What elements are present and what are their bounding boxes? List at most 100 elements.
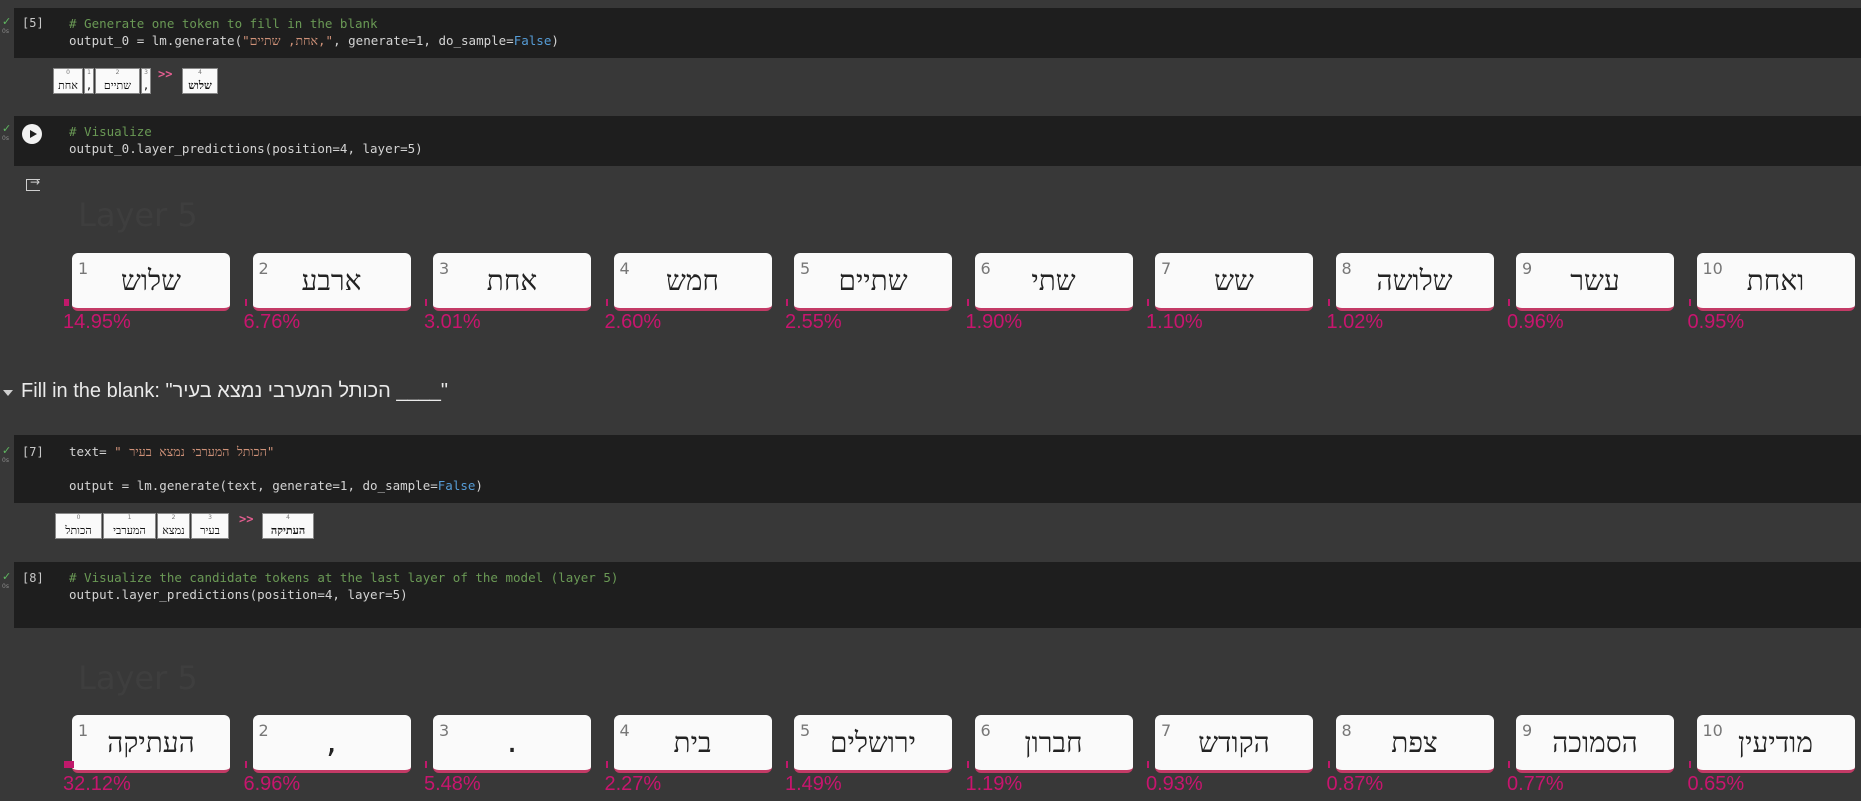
run-time-label: 0s [2, 135, 9, 142]
prediction-card[interactable]: 7 שש [1155, 253, 1313, 311]
code-line[interactable]: output = lm.generate(text, generate=1, d… [69, 477, 483, 494]
probability-label: 3.01% [424, 311, 481, 333]
output-icon[interactable] [26, 175, 40, 191]
token-index: 3 [144, 69, 148, 76]
probability-bar [966, 299, 969, 306]
prediction-token: שש [1214, 264, 1254, 297]
token-box: 2 שתיים [95, 68, 140, 94]
probability-label: 6.96% [243, 773, 301, 795]
code-line[interactable]: output.layer_predictions(position=4, lay… [69, 586, 408, 603]
token-text: שתיים [103, 79, 132, 92]
code-line[interactable]: # Generate one token to fill in the blan… [69, 15, 378, 32]
token-box: 1 המערבי [103, 513, 156, 539]
prediction-token: מודיעין [1738, 726, 1813, 759]
code-line[interactable]: text= " הכותל המערבי נמצא בעיר" [69, 443, 274, 460]
probability-bar [1147, 761, 1149, 768]
probability-label: 0.93% [1146, 773, 1203, 795]
prediction-card[interactable]: 2, [252, 715, 411, 773]
code-line[interactable]: # Visualize the candidate tokens at the … [69, 569, 618, 586]
probability-bar [1147, 299, 1149, 306]
prediction-card[interactable]: 2 ארבע [252, 253, 411, 311]
prediction-card[interactable]: 8 שלושה [1335, 253, 1494, 311]
execution-count: [7] [22, 445, 44, 459]
prediction-card[interactable]: 9 עשר [1516, 253, 1674, 311]
prediction-card[interactable]: 3 אחת [433, 253, 591, 311]
probability-label: 32.12% [63, 773, 131, 795]
generated-token-box: 4 העתיקה [262, 513, 314, 539]
code-line[interactable]: # Visualize [69, 123, 152, 140]
prediction-card[interactable]: 4 חמש [613, 253, 772, 311]
prediction-token: שלושה [1376, 264, 1453, 297]
probability-label: 6.76% [243, 311, 301, 333]
token-box: 3, [141, 68, 151, 94]
execution-count: [5] [22, 16, 44, 30]
prediction-card[interactable]: 5 ירושלים [794, 715, 952, 773]
prediction-card[interactable]: 7 הקודש [1155, 715, 1313, 773]
token-text: העתיקה [270, 524, 306, 537]
prediction-card[interactable]: 1 העתיקה [72, 715, 230, 773]
output-arrow: >> [239, 512, 254, 526]
token-text: נמצא [162, 524, 185, 537]
prediction-card[interactable]: 4 בית [613, 715, 772, 773]
prediction-token: ארבע [301, 264, 362, 297]
prediction-card[interactable]: 6 שתי [974, 253, 1133, 311]
prediction-card[interactable]: 3. [433, 715, 591, 773]
probability-label: 1.49% [785, 773, 842, 795]
token-index: 2 [115, 69, 120, 76]
prediction-card[interactable]: 6 חברון [974, 715, 1133, 773]
token-box: 1, [84, 68, 94, 94]
collapse-caret-icon[interactable] [3, 390, 13, 396]
code-line[interactable]: output_0.layer_predictions(position=4, l… [69, 140, 423, 157]
token-box: 3 בעיר [191, 513, 229, 539]
probability-bar [425, 761, 427, 768]
probability-bar [1327, 761, 1330, 768]
probability-label: 2.27% [604, 773, 662, 795]
probability-label: 1.02% [1326, 311, 1384, 333]
run-success-icon: ✓ [2, 570, 12, 583]
probability-label: 0.87% [1326, 773, 1384, 795]
prediction-card[interactable]: 10 ואחת [1696, 253, 1855, 311]
run-time-label: 0s [2, 457, 9, 464]
probability-bar [244, 299, 247, 306]
run-success-icon: ✓ [2, 122, 12, 135]
token-text: המערבי [113, 524, 146, 537]
generated-token-box: 4 שלוש [182, 68, 218, 94]
probability-label: 1.90% [965, 311, 1023, 333]
token-text: בעיר [200, 524, 220, 537]
probability-bar [1327, 299, 1330, 306]
code-line[interactable]: output_0 = lm.generate("אחת, שתיים,", ge… [69, 32, 559, 49]
run-cell-button[interactable] [22, 124, 42, 144]
probability-bar [786, 761, 788, 768]
prediction-card[interactable]: 10 מודיעין [1696, 715, 1855, 773]
prediction-card[interactable]: 9 הסמוכה [1516, 715, 1674, 773]
probability-label: 0.96% [1507, 311, 1564, 333]
token-index: 3 [208, 514, 212, 521]
token-index: 4 [198, 69, 202, 76]
prediction-token: , [323, 726, 340, 759]
probability-label: 1.10% [1146, 311, 1203, 333]
layer-title: Layer 5 [78, 196, 198, 234]
prediction-token: הקודש [1198, 726, 1270, 759]
token-text: שלוש [188, 79, 212, 92]
probability-label: 14.95% [63, 311, 131, 333]
run-time-label: 0s [2, 583, 9, 590]
probability-bar [1688, 761, 1691, 768]
prediction-card[interactable]: 8 צפת [1335, 715, 1494, 773]
prediction-token: הסמוכה [1552, 726, 1638, 759]
prediction-card[interactable]: 1 שלוש [72, 253, 230, 311]
probability-bar [605, 299, 608, 306]
probability-bar [64, 761, 74, 768]
probability-bar [244, 761, 247, 768]
probability-label: 5.48% [424, 773, 481, 795]
probability-label: 2.55% [785, 311, 842, 333]
prediction-token: צפת [1391, 726, 1438, 759]
probability-label: 2.60% [604, 311, 662, 333]
probability-label: 1.19% [965, 773, 1023, 795]
probability-bar [605, 761, 608, 768]
prediction-token: חמש [666, 264, 719, 297]
prediction-token: ואחת [1746, 264, 1805, 297]
prediction-card[interactable]: 5 שתיים [794, 253, 952, 311]
token-box: 0 הכותל [55, 513, 102, 539]
token-index: 1 [127, 514, 132, 521]
token-text: הכותל [65, 524, 92, 537]
